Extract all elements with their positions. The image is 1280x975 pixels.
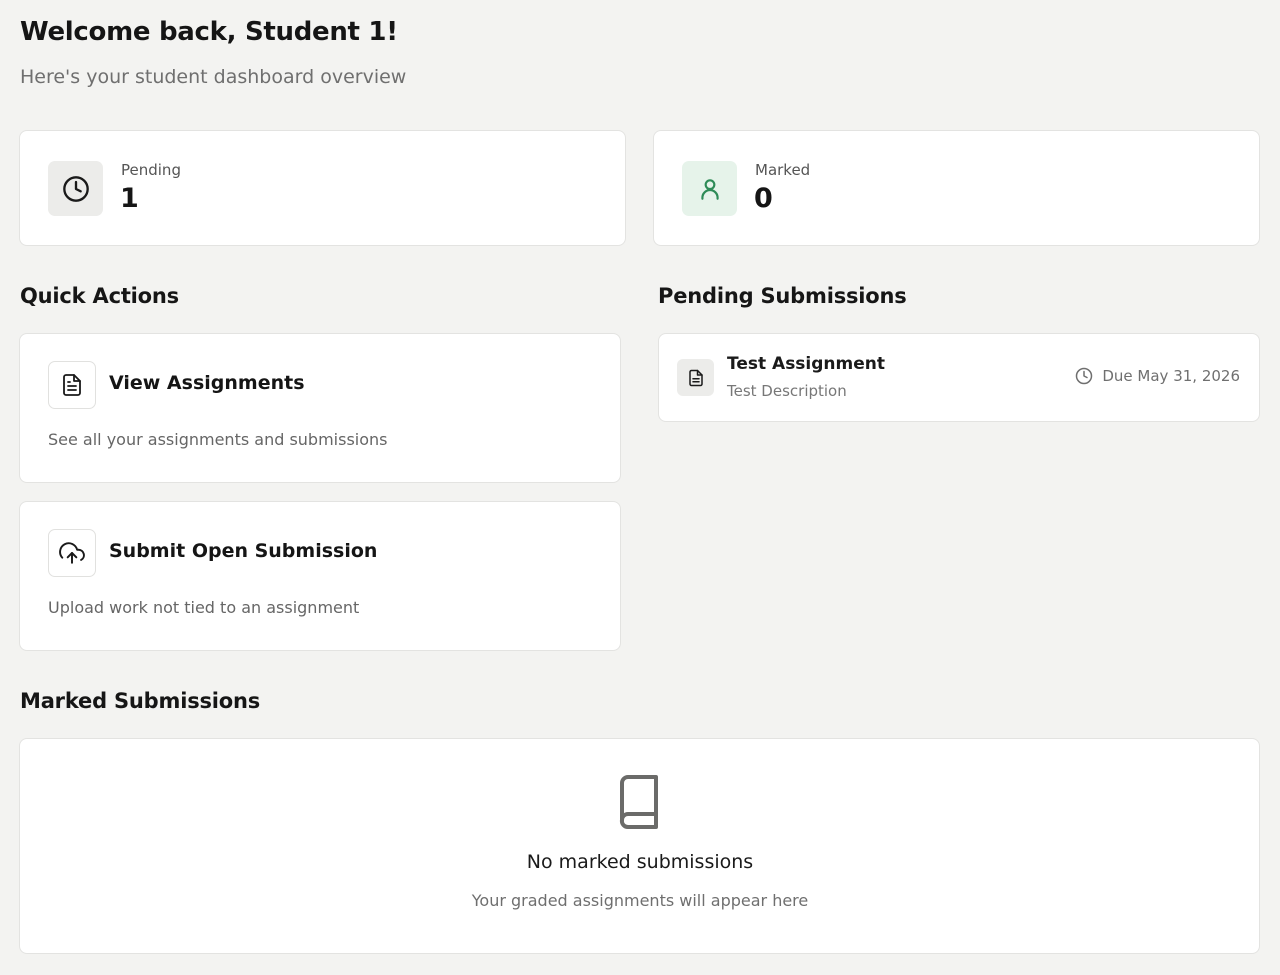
due-date-text: Due May 31, 2026 bbox=[1102, 367, 1240, 385]
clock-icon bbox=[48, 161, 103, 216]
document-icon bbox=[677, 359, 714, 396]
book-icon bbox=[616, 775, 664, 833]
action-description: See all your assignments and submissions bbox=[48, 430, 388, 449]
stat-label: Marked bbox=[755, 161, 811, 179]
action-title: Submit Open Submission bbox=[109, 540, 378, 562]
clock-icon bbox=[1075, 367, 1093, 385]
stat-value: 1 bbox=[120, 183, 139, 214]
pending-item-title: Test Assignment bbox=[727, 354, 885, 374]
empty-state-description: Your graded assignments will appear here bbox=[471, 891, 809, 910]
stat-card-pending: Pending 1 bbox=[19, 130, 626, 246]
marked-submissions-empty-state bbox=[19, 738, 1260, 954]
stat-label: Pending bbox=[121, 161, 181, 179]
action-title: View Assignments bbox=[109, 372, 305, 394]
pending-submissions-heading: Pending Submissions bbox=[658, 284, 907, 308]
student-dashboard: Welcome back, Student 1! Here's your stu… bbox=[0, 0, 1280, 975]
user-icon bbox=[682, 161, 737, 216]
action-description: Upload work not tied to an assignment bbox=[48, 598, 360, 617]
page-subtitle: Here's your student dashboard overview bbox=[20, 66, 407, 88]
document-icon bbox=[48, 361, 96, 409]
pending-item-description: Test Description bbox=[727, 382, 847, 400]
stat-value: 0 bbox=[754, 183, 773, 214]
pending-submission-item[interactable]: Test Assignment Test Description Due May… bbox=[658, 333, 1260, 422]
empty-state-title: No marked submissions bbox=[526, 851, 754, 873]
submit-open-submission-card[interactable]: Submit Open Submission Upload work not t… bbox=[19, 501, 621, 651]
due-date: Due May 31, 2026 bbox=[1075, 367, 1240, 385]
view-assignments-card[interactable]: View Assignments See all your assignment… bbox=[19, 333, 621, 483]
upload-cloud-icon bbox=[48, 529, 96, 577]
quick-actions-heading: Quick Actions bbox=[20, 284, 179, 308]
stat-card-marked: Marked 0 bbox=[653, 130, 1260, 246]
page-title: Welcome back, Student 1! bbox=[20, 17, 398, 47]
marked-submissions-heading: Marked Submissions bbox=[20, 689, 261, 713]
